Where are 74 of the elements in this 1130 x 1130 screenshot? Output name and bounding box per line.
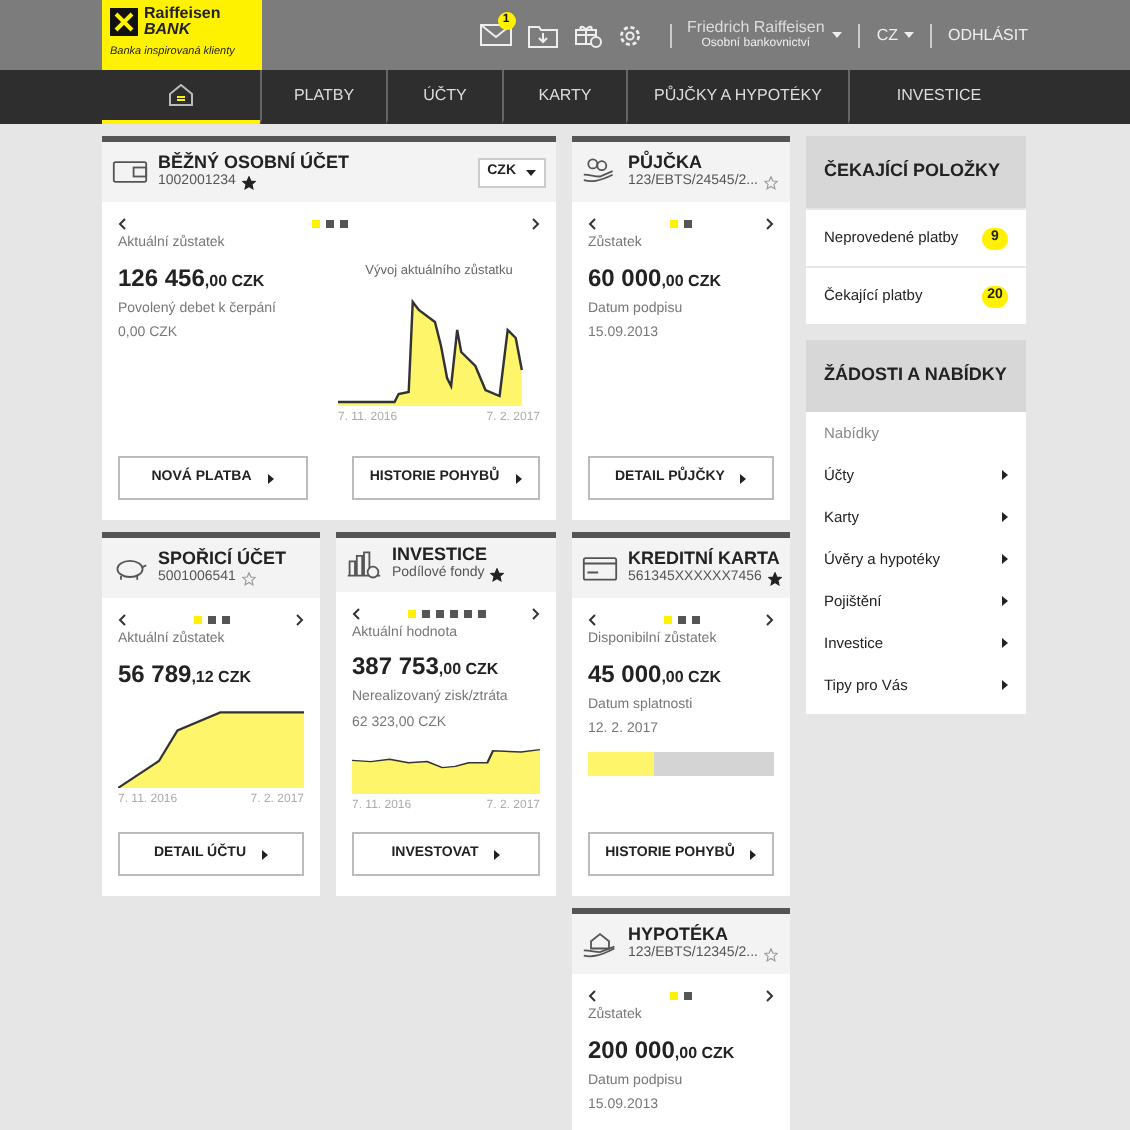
- nav-tab[interactable]: PŮJČKY A HYPOTÉKY: [626, 70, 848, 124]
- logo-text: BANK: [144, 22, 193, 38]
- logout-link[interactable]: ODHLÁSIT: [947, 23, 1028, 47]
- card-title: PŮJČKA: [628, 152, 705, 172]
- chevron-right-icon[interactable]: [766, 218, 774, 230]
- star-icon[interactable]: [490, 567, 505, 582]
- panel-header: ČEKAJÍCÍ POLOŽKY: [806, 136, 1026, 208]
- triangle-right-icon: [494, 849, 501, 859]
- star-icon[interactable]: [241, 571, 256, 585]
- balance-decimals: ,00 CZK: [674, 1041, 735, 1065]
- balance-amount: 200 000: [588, 1033, 675, 1067]
- gift-icon[interactable]: [573, 22, 602, 48]
- triangle-right-icon: [750, 849, 757, 859]
- chevron-left-icon[interactable]: [118, 614, 126, 626]
- triangle-right-icon: [1002, 554, 1008, 564]
- chevron-left-icon[interactable]: [588, 218, 596, 230]
- barchart-icon: [346, 548, 382, 581]
- chevron-left-icon[interactable]: [118, 218, 126, 230]
- triangle-right-icon: [1002, 638, 1008, 648]
- star-icon[interactable]: [767, 571, 782, 585]
- caret-icon: [903, 32, 914, 38]
- nav-tab[interactable]: PLATBY: [260, 70, 386, 124]
- star-icon[interactable]: [241, 175, 256, 189]
- balance-amount: 56 789: [118, 657, 192, 691]
- star-icon[interactable]: [764, 175, 778, 189]
- triangle-right-icon: [1002, 512, 1008, 522]
- balance-decimals: ,00 CZK: [438, 658, 499, 682]
- card-title: SPOŘICÍ ÚČET: [158, 548, 287, 568]
- settings-icon[interactable]: [617, 23, 642, 47]
- wallet-icon: [112, 156, 148, 188]
- balance-amount: 60 000: [588, 261, 662, 295]
- balance-amount: 387 753: [352, 650, 439, 684]
- user-name: Friedrich Raiffeisen: [687, 17, 825, 35]
- mail-icon[interactable]: [479, 24, 512, 46]
- balance-amount: 45 000: [588, 657, 662, 691]
- coins-icon: [582, 156, 618, 188]
- triangle-right-icon: [262, 849, 269, 859]
- caret-icon: [526, 169, 536, 175]
- chevron-left-icon[interactable]: [588, 990, 596, 1002]
- card-title: INVESTICE: [392, 544, 490, 565]
- nav-tab[interactable]: INVESTICE: [848, 70, 1028, 124]
- language-menu[interactable]: CZ: [876, 23, 914, 47]
- home-icon: [168, 84, 194, 106]
- card-title: KREDITNÍ KARTA: [628, 548, 780, 568]
- card-title: BĚŽNÝ OSOBNÍ ÚČET: [158, 152, 350, 172]
- logo-icon: [110, 8, 138, 36]
- chevron-right-icon[interactable]: [532, 218, 540, 230]
- balance-decimals: ,00 CZK: [204, 269, 265, 293]
- triangle-right-icon: [1002, 596, 1008, 606]
- chevron-left-icon[interactable]: [588, 614, 596, 626]
- triangle-right-icon: [267, 473, 274, 483]
- logo-text: Raiffeisen: [144, 6, 221, 22]
- balance-decimals: ,00 CZK: [661, 665, 721, 689]
- star-icon[interactable]: [764, 947, 778, 961]
- chevron-right-icon[interactable]: [766, 990, 774, 1002]
- house-icon: [582, 928, 618, 960]
- triangle-right-icon: [515, 473, 522, 483]
- triangle-right-icon: [1002, 680, 1008, 690]
- nav-tab[interactable]: ÚČTY: [386, 70, 502, 124]
- card-title: HYPOTÉKA: [628, 924, 731, 944]
- caret-icon: [832, 32, 843, 38]
- chevron-left-icon[interactable]: [352, 607, 360, 619]
- triangle-right-icon: [740, 473, 747, 483]
- balance-decimals: ,12 CZK: [191, 665, 251, 689]
- triangle-right-icon: [1002, 470, 1008, 480]
- panel-header: ŽÁDOSTI A NABÍDKY: [806, 340, 1026, 412]
- balance-decimals: ,00 CZK: [661, 269, 721, 293]
- nav-tab[interactable]: KARTY: [502, 70, 626, 124]
- chevron-right-icon[interactable]: [296, 614, 304, 626]
- chevron-right-icon[interactable]: [532, 607, 540, 619]
- folder-icon[interactable]: [527, 23, 558, 47]
- balance-amount: 126 456: [118, 261, 205, 295]
- chevron-right-icon[interactable]: [766, 614, 774, 626]
- card-icon: [582, 552, 618, 584]
